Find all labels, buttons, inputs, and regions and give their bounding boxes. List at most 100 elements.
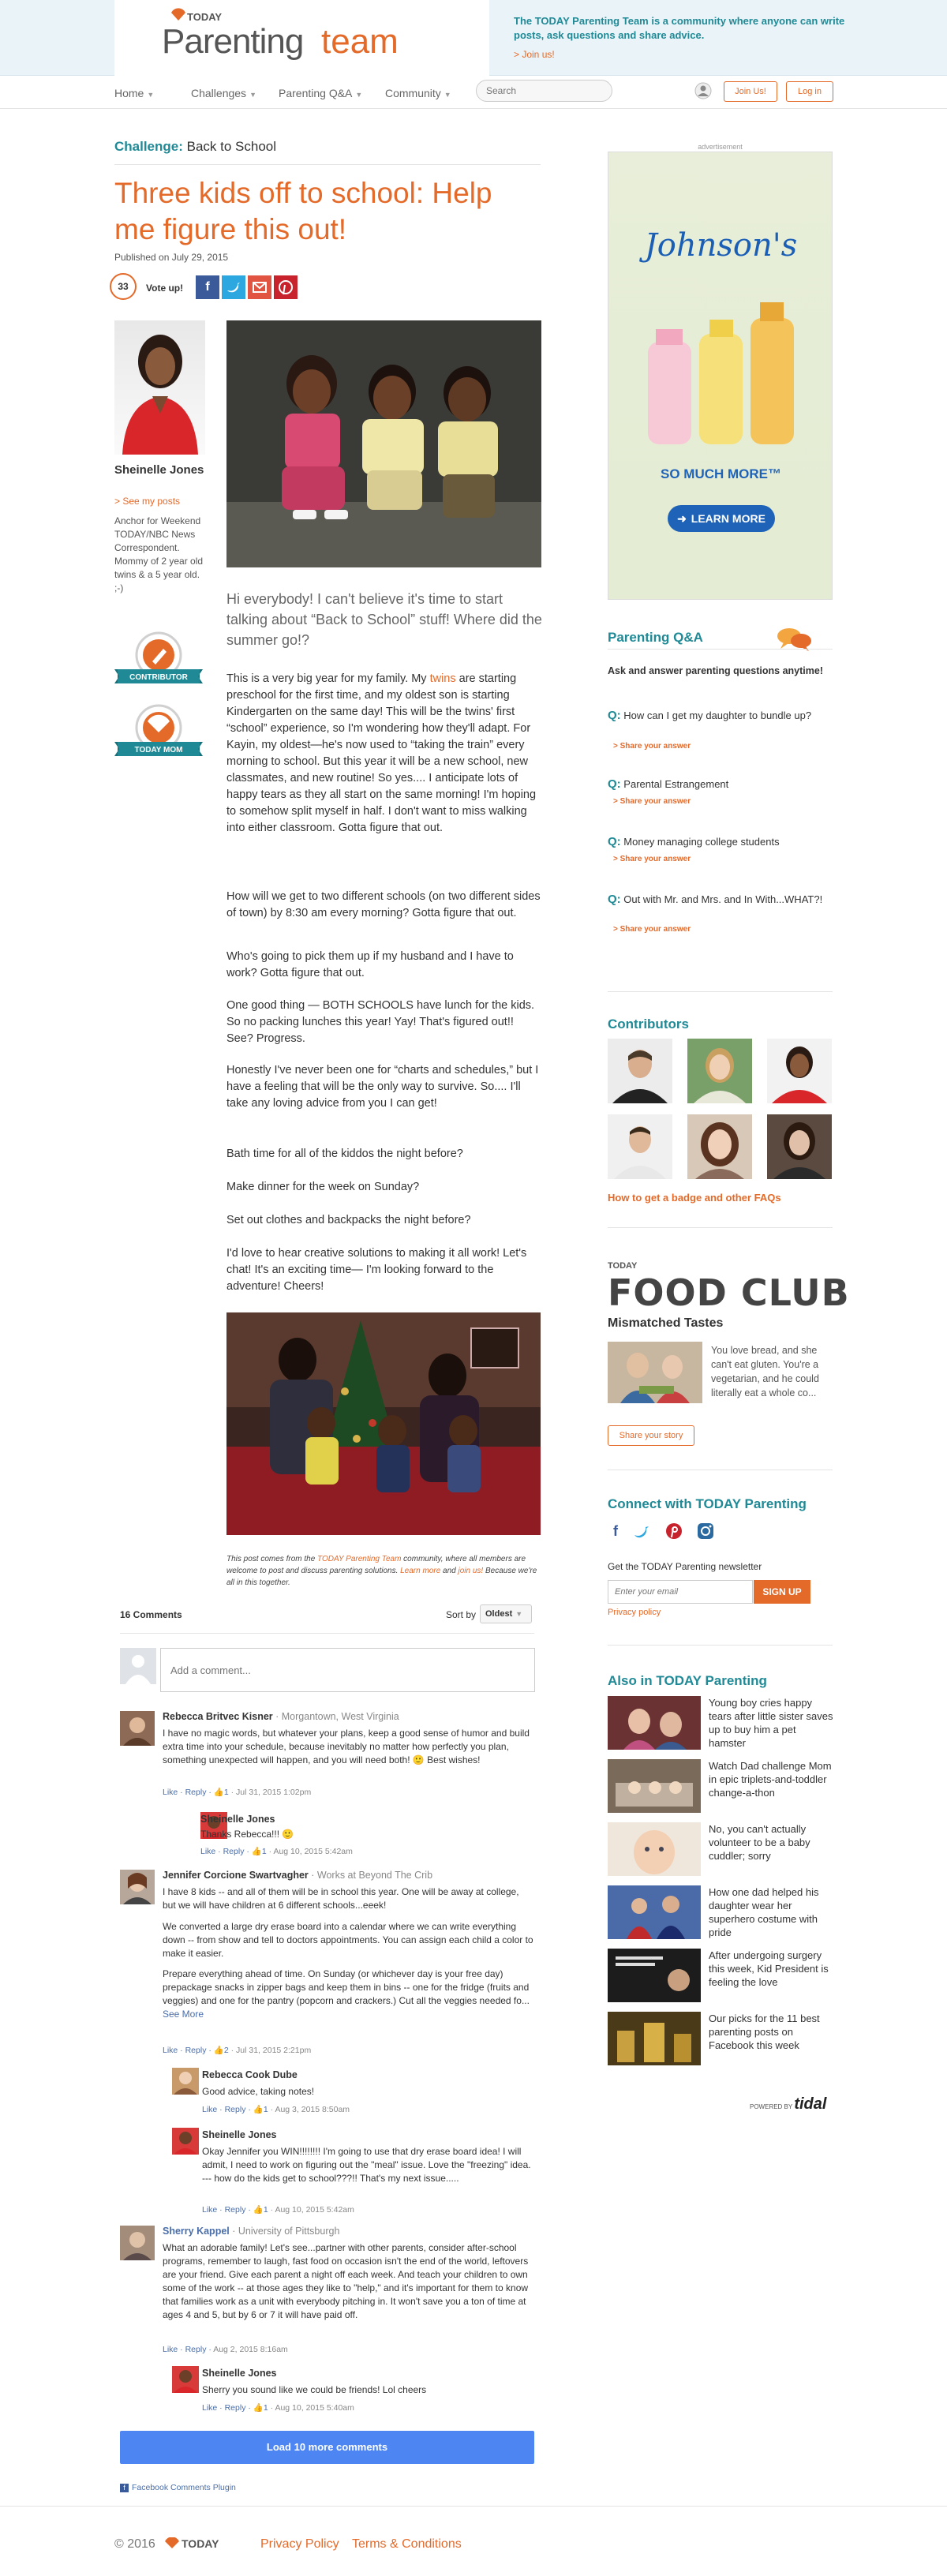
privacy-policy-link[interactable]: Privacy policy	[608, 1608, 661, 1617]
vote-up-button[interactable]: Vote up!	[146, 283, 183, 294]
comment-author[interactable]: Sherry Kappel · University of Pittsburgh	[163, 2226, 339, 2237]
footer-terms-link[interactable]: Terms & Conditions	[352, 2537, 462, 2552]
logo[interactable]: TODAY Parenting team	[114, 0, 489, 76]
share-answer-link[interactable]: > Share your answer	[613, 797, 691, 806]
also-link[interactable]: Our picks for the 11 best parenting post…	[709, 2012, 835, 2052]
twitter-share-icon[interactable]	[222, 275, 245, 299]
also-image[interactable]	[608, 1949, 701, 2002]
comment-meta[interactable]: Like · Reply · 👍1 · Jul 31, 2015 1:02pm	[163, 1787, 311, 1797]
avatar[interactable]	[120, 2226, 155, 2260]
share-answer-link[interactable]: > Share your answer	[613, 855, 691, 863]
also-image[interactable]	[608, 1885, 701, 1939]
vote-count[interactable]: 33	[110, 273, 137, 300]
ad-learn-more-button[interactable]: ➜ LEARN MORE	[668, 505, 775, 532]
mismatched-tastes-title[interactable]: Mismatched Tastes	[608, 1316, 723, 1331]
comment-author[interactable]: Sheinelle Jones	[202, 2129, 276, 2140]
pinterest-icon[interactable]	[664, 1522, 683, 1541]
comment-text: Sherry you sound like we could be friend…	[202, 2384, 427, 2395]
article-paragraph: Set out clothes and backpacks the night …	[226, 1214, 471, 1226]
article-paragraph: Bath time for all of the kiddos the nigh…	[226, 1148, 463, 1160]
search-input[interactable]	[476, 80, 612, 102]
qa-question[interactable]: Q: Out with Mr. and Mrs. and In With...W…	[608, 893, 833, 907]
comment-author[interactable]: Sheinelle Jones	[202, 2368, 276, 2379]
footer-privacy-link[interactable]: Privacy Policy	[260, 2537, 339, 2552]
powered-by-tidal[interactable]: POWERED BY tidal	[750, 2095, 826, 2114]
sign-up-button[interactable]: SIGN UP	[754, 1580, 810, 1604]
food-club-logo[interactable]: FOOD CLUB	[608, 1271, 850, 1314]
comment-author[interactable]: Sheinelle Jones	[200, 1814, 275, 1825]
nav-parenting-qa[interactable]: Parenting Q&A ▼	[279, 87, 362, 99]
pinterest-share-icon[interactable]	[274, 275, 298, 299]
badge-faq-link[interactable]: How to get a badge and other FAQs	[608, 1192, 781, 1204]
qa-question[interactable]: Q: Money managing college students	[608, 835, 833, 849]
user-icon[interactable]	[694, 82, 712, 99]
see-my-posts-link[interactable]: > See my posts	[114, 496, 180, 507]
comment-input[interactable]	[160, 1648, 535, 1692]
today-parenting-team-link[interactable]: TODAY Parenting Team	[317, 1555, 401, 1563]
comment-meta[interactable]: Like · Reply · 👍1 · Aug 10, 2015 5:42am	[200, 1846, 353, 1856]
also-link[interactable]: Watch Dad challenge Mom in epic triplets…	[709, 1759, 835, 1799]
like-icon: 👍	[251, 1847, 262, 1856]
instagram-icon[interactable]	[696, 1522, 715, 1541]
author-name[interactable]: Sheinelle Jones	[114, 462, 205, 478]
comments-count: 16 Comments	[120, 1609, 182, 1620]
contributor-avatar[interactable]	[767, 1114, 832, 1179]
contributor-avatar[interactable]	[608, 1039, 672, 1103]
footer-today-logo[interactable]: TODAY	[182, 2537, 219, 2550]
twins-link[interactable]: twins	[430, 672, 456, 685]
join-us-link[interactable]: > Join us!	[514, 49, 555, 60]
crumb-challenge-link[interactable]: Back to School	[187, 139, 276, 154]
nav-community[interactable]: Community ▼	[385, 87, 451, 99]
parenting-qa-title[interactable]: Parenting Q&A	[608, 630, 703, 646]
comment-meta[interactable]: Like · Reply · 👍2 · Jul 31, 2015 2:21pm	[163, 2045, 311, 2055]
chevron-down-icon: ▼	[147, 91, 155, 99]
comment-author[interactable]: Jennifer Corcione Swartvagher · Works at…	[163, 1870, 432, 1881]
contributor-avatar[interactable]	[767, 1039, 832, 1103]
comment-author[interactable]: Rebecca Cook Dube	[202, 2069, 298, 2080]
avatar[interactable]	[172, 2128, 199, 2155]
facebook-share-icon[interactable]: f	[196, 275, 219, 299]
comment-author[interactable]: Rebecca Britvec Kisner · Morgantown, Wes…	[163, 1711, 399, 1722]
see-more-link[interactable]: See More	[163, 2009, 204, 2020]
avatar[interactable]	[120, 1870, 155, 1904]
avatar[interactable]	[172, 2366, 199, 2393]
qa-question[interactable]: Q: How can I get my daughter to bundle u…	[608, 709, 833, 723]
qa-question[interactable]: Q: Parental Estrangement	[608, 777, 833, 792]
contributor-avatar[interactable]	[608, 1114, 672, 1179]
load-more-comments-button[interactable]: Load 10 more comments	[120, 2431, 534, 2464]
facebook-icon[interactable]: f	[606, 1522, 625, 1541]
also-link[interactable]: How one dad helped his daughter wear her…	[709, 1885, 835, 1939]
email-share-icon[interactable]	[248, 275, 271, 299]
join-button[interactable]: Join Us!	[724, 81, 777, 102]
avatar[interactable]	[172, 2068, 199, 2095]
comment-meta[interactable]: Like · Reply · 👍1 · Aug 10, 2015 5:40am	[202, 2402, 354, 2413]
facebook-comments-plugin-link[interactable]: f Facebook Comments Plugin	[120, 2483, 236, 2492]
share-answer-link[interactable]: > Share your answer	[613, 925, 691, 934]
share-answer-link[interactable]: > Share your answer	[613, 742, 691, 751]
contributor-avatar[interactable]	[687, 1114, 752, 1179]
also-image[interactable]	[608, 1696, 701, 1750]
comment-meta[interactable]: Like · Reply · Aug 2, 2015 8:16am	[163, 2345, 288, 2354]
food-club-image[interactable]	[608, 1342, 702, 1403]
comment-meta[interactable]: Like · Reply · 👍1 · Aug 3, 2015 8:50am	[202, 2104, 350, 2114]
nav-challenges[interactable]: Challenges ▼	[191, 87, 256, 99]
nav-home[interactable]: Home ▼	[114, 87, 154, 99]
sort-select[interactable]: Oldest ▼	[480, 1604, 532, 1623]
twitter-icon[interactable]	[632, 1522, 651, 1541]
also-image[interactable]	[608, 2012, 701, 2065]
johnsons-ad[interactable]: Johnson's SO MUCH MORE™ ➜ LEARN MORE	[608, 152, 833, 600]
learn-more-link[interactable]: Learn more	[400, 1567, 440, 1575]
also-image[interactable]	[608, 1759, 701, 1813]
also-link[interactable]: Young boy cries happy tears after little…	[709, 1696, 835, 1750]
author-photo[interactable]	[114, 320, 205, 455]
avatar[interactable]	[120, 1711, 155, 1746]
login-button[interactable]: Log in	[786, 81, 833, 102]
also-link[interactable]: No, you can't actually volunteer to be a…	[709, 1822, 835, 1863]
comment-meta[interactable]: Like · Reply · 👍1 · Aug 10, 2015 5:42am	[202, 2204, 354, 2215]
also-image[interactable]	[608, 1822, 701, 1876]
join-us-note-link[interactable]: join us!	[459, 1567, 484, 1575]
also-link[interactable]: After undergoing surgery this week, Kid …	[709, 1949, 835, 1989]
newsletter-email-input[interactable]	[608, 1580, 753, 1604]
contributor-avatar[interactable]	[687, 1039, 752, 1103]
share-your-story-button[interactable]: Share your story	[608, 1425, 694, 1446]
